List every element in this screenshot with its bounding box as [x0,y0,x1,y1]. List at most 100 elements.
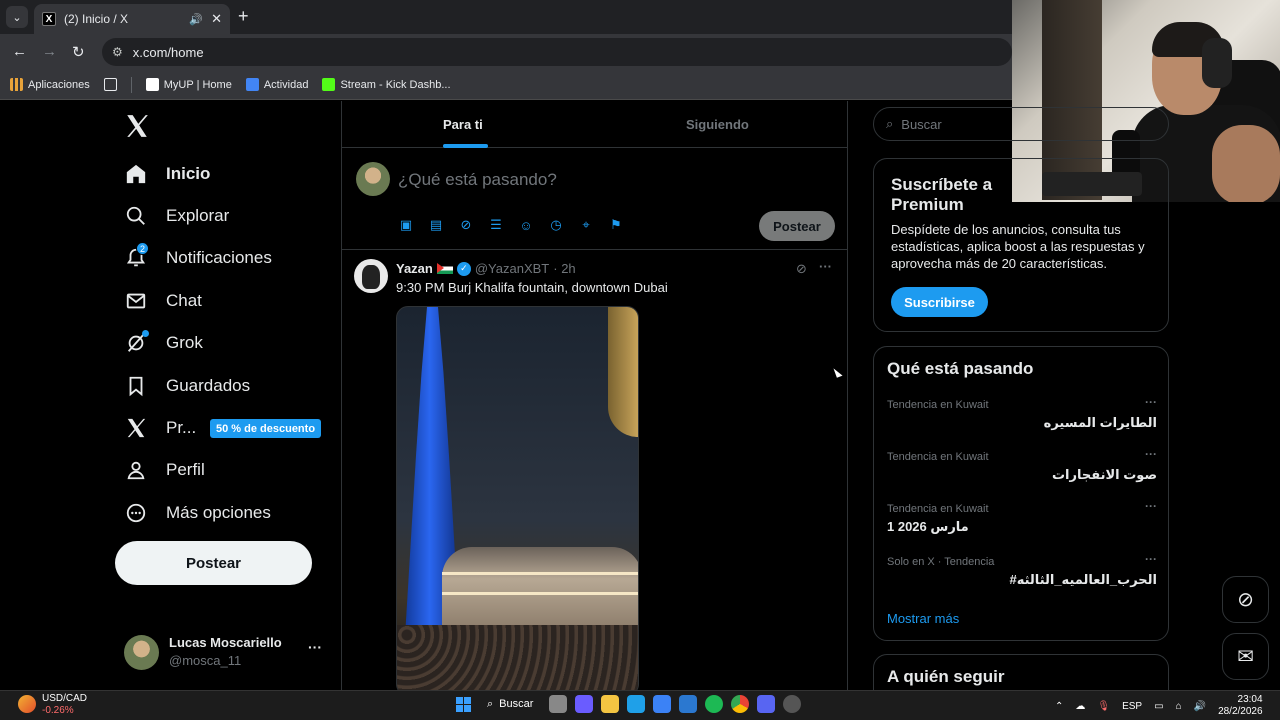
bookmark-actividad[interactable]: Actividad [245,78,308,91]
show-more-link[interactable]: Mostrar más [887,611,959,626]
bookmark-myup[interactable]: MyUP | Home [145,78,232,91]
trend-item[interactable]: Solo en X · Tendencia ··· #الحرب_العالمي… [887,552,1157,600]
crowd-shape [397,625,638,690]
avatar[interactable] [354,259,388,293]
spotify-icon[interactable] [705,695,724,713]
account-switcher[interactable]: Lucas Moscariello @mosca_11 ··· [124,631,324,671]
composer-input[interactable]: ¿Qué está pasando? [398,170,557,190]
nav-label: Guardados [166,376,251,395]
flag-icon[interactable]: ⚑ [608,217,624,233]
search-icon: ⌕ [886,116,894,131]
outlook-icon[interactable] [679,695,698,713]
display-icon[interactable]: ▭ [1154,701,1163,712]
tweet-time[interactable]: · 2h [553,261,575,276]
tab-search-button[interactable]: ⌄ [6,6,28,28]
search-icon [124,204,148,228]
forward-arrow-icon[interactable]: → [42,43,57,60]
image-icon[interactable]: ▣ [398,217,414,233]
trend-item[interactable]: Tendencia en Kuwait ··· صوت الانفجارات [887,447,1157,495]
mail-icon: ✉ [1237,646,1254,668]
tab-for-you[interactable]: Para ti [443,101,483,148]
close-icon[interactable]: ✕ [211,11,222,27]
clock[interactable]: 23:04 28/2/2026 [1218,694,1263,718]
stock-widget[interactable]: USD/CAD -0.26% [18,693,87,717]
x-logo-icon[interactable] [124,113,150,139]
grok-icon[interactable]: ⊘ [458,217,474,233]
nav-profile[interactable]: Perfil [124,452,205,488]
nav-bookmarks[interactable]: Guardados [124,368,250,404]
more-dots-icon[interactable]: ··· [1145,447,1157,461]
bookmark-label: MyUP | Home [163,78,232,91]
tweet[interactable]: Yazan ✓ @YazanXBT · 2h ⊘ ··· 9:30 PM Bur… [342,251,847,690]
nav-chat[interactable]: Chat [124,283,202,319]
emoji-icon[interactable]: ☺ [518,217,534,233]
nav-label: Inicio [166,164,211,183]
bookmark-kick[interactable]: Stream - Kick Dashb... [322,78,451,91]
volume-icon[interactable]: 🔊 [1194,701,1206,712]
tab-following[interactable]: Siguiendo [686,101,749,148]
trend-context: Tendencia en Kuwait [887,503,989,515]
address-bar[interactable]: ⚙ x.com/home [102,38,1012,66]
reload-icon[interactable]: ↻ [72,43,85,61]
windows-taskbar: USD/CAD -0.26% ⌕ Buscar ⌃ ☁ 🎙 ESP ▭ ⌂ 🔊 2… [0,690,1280,720]
nav-home[interactable]: Inicio [124,156,210,192]
grok-icon[interactable]: ⊘ [796,261,807,277]
poll-icon[interactable]: ☰ [488,217,504,233]
search-input[interactable]: ⌕ Buscar [873,107,1169,141]
more-dots-icon[interactable]: ··· [1145,552,1157,566]
nav-notifications[interactable]: 2 Notificaciones [124,240,272,276]
nav-grok[interactable]: Grok [124,325,203,361]
tweet-handle[interactable]: @YazanXBT [475,261,549,276]
trend-item[interactable]: Tendencia en Kuwait ··· 1 مارس 2026 [887,499,1157,547]
back-arrow-icon[interactable]: ← [12,43,27,60]
edge-icon[interactable] [627,695,646,713]
chevron-up-icon[interactable]: ⌃ [1055,701,1063,712]
nav-more-options[interactable]: Más opciones [124,495,271,531]
site-info-icon[interactable]: ⚙ [112,45,123,59]
tab-groups-icon[interactable] [103,78,117,91]
nav-label: Perfil [166,460,205,479]
nav-premium[interactable]: Pr... [124,410,196,446]
microphone-icon[interactable]: 🎙 [1097,701,1110,712]
schedule-icon[interactable]: ◷ [548,217,564,233]
subscribe-button[interactable]: Suscribirse [891,287,988,317]
cloud-icon[interactable]: ☁ [1075,701,1085,712]
chrome-icon[interactable] [731,695,750,713]
file-explorer-icon[interactable] [601,695,620,713]
more-dots-icon[interactable]: ··· [1145,499,1157,513]
obs-icon[interactable] [783,695,802,713]
browser-tab-active[interactable]: X (2) Inicio / X 🔊 ✕ [34,4,230,34]
nav-explore[interactable]: Explorar [124,198,229,234]
store-icon[interactable] [653,695,672,713]
gif-icon[interactable]: ▤ [428,217,444,233]
discord-icon[interactable] [757,695,776,713]
tweet-media-image[interactable] [396,306,639,690]
main-feed: Para ti Siguiendo ¿Qué está pasando? ▣ ▤… [341,101,848,690]
speaker-icon[interactable]: 🔊 [189,13,203,26]
taskbar-search[interactable]: ⌕ Buscar [479,698,541,711]
location-icon[interactable]: ⌖ [578,217,594,233]
bookmark-apps[interactable]: Aplicaciones [10,78,90,91]
grok-floating-button[interactable]: ⊘ [1222,576,1269,623]
windows-start-icon[interactable] [456,696,471,712]
new-tab-button[interactable]: + [238,6,249,27]
post-composer: ¿Qué está pasando? ▣ ▤ ⊘ ☰ ☺ ◷ ⌖ ⚑ Poste… [342,148,847,250]
more-circle-icon [124,501,148,525]
language-indicator[interactable]: ESP [1122,701,1142,712]
clock-date: 28/2/2026 [1218,706,1263,717]
discount-badge[interactable]: 50 % de descuento [210,419,322,438]
task-view-icon[interactable] [549,695,568,713]
messages-floating-button[interactable]: ✉ [1222,633,1269,680]
post-button[interactable]: Postear [115,541,312,585]
tweet-author[interactable]: Yazan [396,261,433,276]
trend-item[interactable]: Tendencia en Kuwait ··· الطايرات المسيره [887,395,1157,443]
premium-card: Suscríbete a Premium Despídete de los an… [873,158,1169,332]
composer-post-button[interactable]: Postear [759,211,835,241]
trend-name: 1 مارس 2026 [887,519,969,534]
more-dots-icon[interactable]: ··· [1145,395,1157,409]
network-icon[interactable]: ⌂ [1176,701,1182,712]
copilot-icon[interactable] [575,695,594,713]
tweet-text: 9:30 PM Burj Khalifa fountain, downtown … [396,280,668,295]
more-dots-icon[interactable]: ··· [308,639,322,655]
more-dots-icon[interactable]: ··· [819,259,832,274]
